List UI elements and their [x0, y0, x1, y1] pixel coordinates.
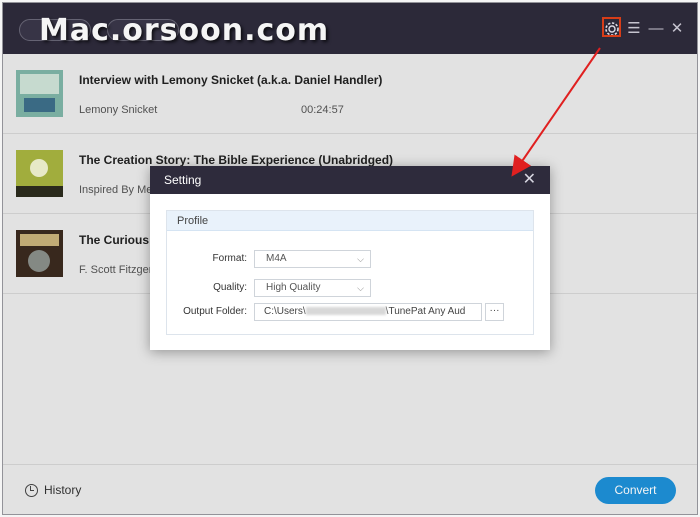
profile-section: Profile Format: M4A ⌵ Quality: High Qual…	[166, 210, 534, 335]
item-author: F. Scott Fitzgera	[79, 264, 159, 276]
cover-image	[16, 70, 63, 117]
footer-bar: History Convert	[3, 464, 697, 514]
format-value: M4A	[266, 253, 287, 264]
quality-value: High Quality	[266, 282, 321, 293]
titlebar: Mac.orsoon.com ☰ — ✕	[3, 3, 697, 54]
settings-dialog: Setting ✕ Profile Format: M4A ⌵ Quality:…	[150, 166, 550, 350]
folder-suffix: \TunePat Any Aud	[385, 306, 466, 317]
chevron-down-icon: ⌵	[357, 254, 364, 264]
close-icon[interactable]: ✕	[667, 19, 687, 39]
item-duration: 00:24:57	[301, 104, 344, 116]
item-author: Inspired By Me	[79, 184, 153, 196]
history-button[interactable]: History	[25, 483, 81, 497]
output-folder-field[interactable]: C:\Users\ \TunePat Any Aud	[254, 303, 482, 321]
item-author: Lemony Snicket	[79, 104, 158, 116]
quality-label: Quality:	[213, 282, 247, 293]
convert-button[interactable]: Convert	[595, 477, 676, 504]
menu-icon[interactable]: ☰	[624, 19, 644, 39]
dialog-close-icon[interactable]: ✕	[523, 166, 536, 194]
chevron-down-icon: ⌵	[357, 283, 364, 293]
watermark: Mac.orsoon.com	[39, 13, 330, 48]
cover-image	[16, 150, 63, 197]
cover-image	[16, 230, 63, 277]
history-label: History	[44, 483, 82, 497]
format-select[interactable]: M4A ⌵	[254, 250, 371, 268]
blurred-username	[305, 307, 386, 316]
dialog-header: Setting ✕	[150, 166, 550, 194]
output-folder-label: Output Folder:	[183, 306, 247, 317]
item-title: The Creation Story: The Bible Experience…	[79, 153, 394, 167]
item-title: The Curious	[79, 233, 150, 247]
list-item[interactable]: Interview with Lemony Snicket (a.k.a. Da…	[3, 54, 697, 134]
browse-folder-button[interactable]: ···	[485, 303, 504, 321]
clock-icon	[25, 483, 38, 497]
dialog-title: Setting	[164, 173, 202, 187]
profile-heading: Profile	[167, 211, 533, 231]
format-label: Format:	[212, 253, 247, 264]
item-title: Interview with Lemony Snicket (a.k.a. Da…	[79, 73, 383, 87]
settings-highlight-box	[602, 17, 621, 37]
minimize-icon[interactable]: —	[646, 19, 666, 39]
quality-select[interactable]: High Quality ⌵	[254, 279, 371, 297]
folder-prefix: C:\Users\	[264, 306, 306, 317]
